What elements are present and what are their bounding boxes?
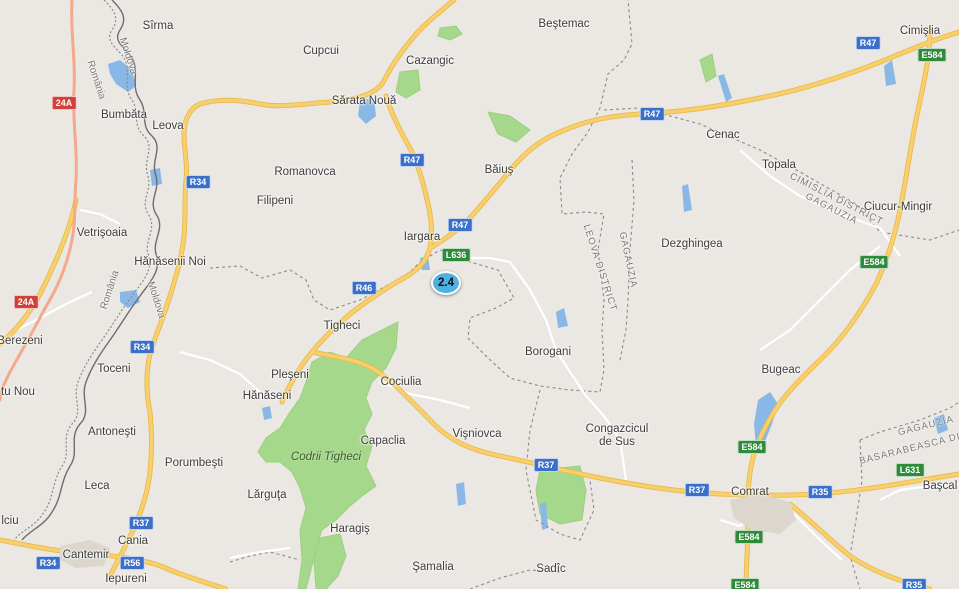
place-cenac[interactable]: Cenac (706, 129, 739, 141)
route-badge-r34[interactable]: R34 (185, 175, 211, 189)
route-badge-e584[interactable]: E584 (737, 440, 767, 454)
place-bumbata[interactable]: Bumbăta (101, 109, 147, 121)
place-cociulia[interactable]: Cociulia (381, 376, 422, 388)
place-tigheci[interactable]: Tigheci (324, 320, 361, 332)
place-cania[interactable]: Cania (118, 535, 148, 547)
place-berezeni[interactable]: Berezeni (0, 335, 43, 347)
place-sirma[interactable]: Sîrma (143, 20, 174, 32)
place-dezghingea[interactable]: Dezghingea (661, 238, 722, 250)
route-badge-l636[interactable]: L636 (441, 248, 471, 262)
place-vetrisoaia[interactable]: Vetrişoaia (77, 227, 128, 239)
place-cazangic[interactable]: Cazangic (406, 55, 454, 67)
route-badge-r35[interactable]: R35 (901, 578, 927, 589)
map-canvas[interactable]: Sîrma Cupcui Cazangic Beştemac Cimişlia … (0, 0, 959, 589)
place-filipeni[interactable]: Filipeni (257, 195, 293, 207)
route-badge-e584[interactable]: E584 (734, 530, 764, 544)
place-cimislia[interactable]: Cimişlia (900, 25, 940, 37)
place-iargara[interactable]: Iargara (404, 231, 440, 243)
place-cantemir[interactable]: Cantemir (63, 549, 110, 561)
place-iciu[interactable]: lciu (1, 515, 18, 527)
place-bascal[interactable]: Başcal (923, 480, 958, 492)
route-badge-e584[interactable]: E584 (917, 48, 947, 62)
route-badge-r47[interactable]: R47 (639, 107, 665, 121)
route-badge-r37[interactable]: R37 (684, 483, 710, 497)
map-base-layer (0, 0, 959, 589)
place-romanovca[interactable]: Romanovca (274, 166, 335, 178)
place-samalia[interactable]: Şamalia (412, 561, 454, 573)
place-sadic[interactable]: Sadîc (536, 563, 565, 575)
place-hanasenii-noi[interactable]: Hănăsenii Noi (134, 256, 206, 268)
route-badge-r47[interactable]: R47 (855, 36, 881, 50)
place-borogani[interactable]: Borogani (525, 346, 571, 358)
place-capaclia[interactable]: Capaclia (361, 435, 406, 447)
place-bugeac[interactable]: Bugeac (761, 364, 800, 376)
route-badge-r37[interactable]: R37 (128, 516, 154, 530)
place-baius[interactable]: Băiuş (485, 164, 514, 176)
place-visniovca[interactable]: Vişniovca (452, 428, 501, 440)
route-badge-r37[interactable]: R37 (533, 458, 559, 472)
place-bestemac[interactable]: Beştemac (538, 18, 589, 30)
place-comrat[interactable]: Comrat (731, 486, 769, 498)
route-badge-r34[interactable]: R34 (129, 340, 155, 354)
route-badge-r47[interactable]: R47 (399, 153, 425, 167)
place-toceni[interactable]: Toceni (97, 363, 130, 375)
place-haVnaseni[interactable]: Hănăseni (243, 390, 292, 402)
route-badge-r34[interactable]: R34 (35, 556, 61, 570)
route-badge-e584[interactable]: E584 (730, 578, 760, 589)
place-porumbesti[interactable]: Porumbeşti (165, 457, 223, 469)
town-areas (60, 494, 796, 568)
route-badge-24a[interactable]: 24A (51, 96, 77, 110)
route-badge-r56[interactable]: R56 (119, 556, 145, 570)
place-topala[interactable]: Topala (762, 159, 796, 171)
route-badge-r46[interactable]: R46 (351, 281, 377, 295)
place-pleseni[interactable]: Pleşeni (271, 369, 309, 381)
place-tu-nou[interactable]: tu Nou (1, 386, 35, 398)
route-badge-e584[interactable]: E584 (859, 255, 889, 269)
place-haragis[interactable]: Haragiş (330, 523, 370, 535)
place-leova[interactable]: Leova (152, 120, 183, 132)
place-leca[interactable]: Leca (85, 480, 110, 492)
place-iepureni[interactable]: Iepureni (105, 573, 147, 585)
route-badge-r47[interactable]: R47 (447, 218, 473, 232)
place-larguta[interactable]: Lărguţa (247, 489, 286, 501)
place-cupcui[interactable]: Cupcui (303, 45, 339, 57)
cluster-marker-label: 2.4 (438, 277, 454, 289)
place-congazcicul[interactable]: Congazcicul de Sus (586, 423, 649, 449)
place-antonesti[interactable]: Antoneşti (88, 426, 136, 438)
place-sarata-noua[interactable]: Sărata Nouă (332, 95, 397, 107)
route-badge-l631[interactable]: L631 (895, 463, 925, 477)
route-badge-r35[interactable]: R35 (807, 485, 833, 499)
route-badge-24a[interactable]: 24A (13, 295, 39, 309)
major-roads (0, 0, 959, 589)
forest-label-codrii-tigheci: Codrii Tigheci (290, 451, 362, 463)
cluster-marker[interactable]: 2.4 (431, 271, 461, 295)
